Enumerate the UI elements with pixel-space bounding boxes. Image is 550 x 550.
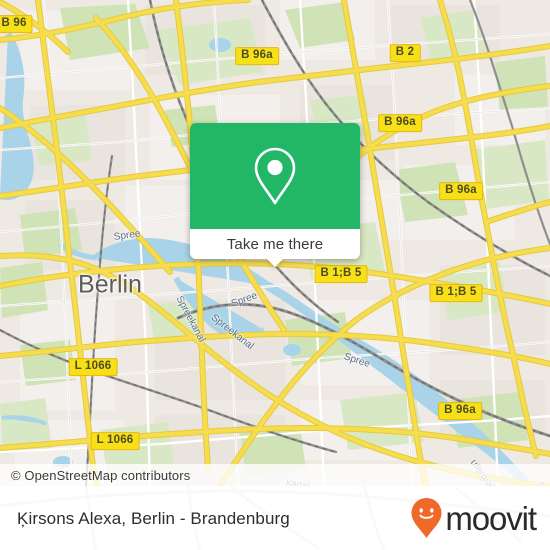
poi-card-action[interactable]: Take me there bbox=[190, 229, 360, 267]
road-shield: B 96a bbox=[438, 402, 482, 420]
screenshot-root: .bg { fill:#efe9e3; } .blk { fill:#f3efe… bbox=[0, 0, 550, 550]
moovit-wordmark: moovit bbox=[445, 499, 537, 537]
map-viewport[interactable]: .bg { fill:#efe9e3; } .blk { fill:#f3efe… bbox=[0, 0, 550, 486]
osm-attribution-text: © OpenStreetMap contributors bbox=[11, 467, 191, 483]
footer-bar: Ķirsons Alexa, Berlin - Brandenburg moov… bbox=[0, 486, 550, 550]
map-pin-icon bbox=[254, 147, 296, 205]
road-shield: B 1;B 5 bbox=[314, 265, 368, 283]
moovit-brand-logo: moovit bbox=[410, 497, 537, 539]
road-shield: L 1066 bbox=[90, 432, 140, 450]
poi-card-pointer bbox=[266, 258, 284, 267]
road-shield: B 96a bbox=[439, 182, 483, 200]
road-shield: B 2 bbox=[389, 44, 421, 62]
map-city-label: Berlin bbox=[78, 270, 142, 299]
road-shield: B 96a bbox=[378, 114, 422, 132]
take-me-there-label: Take me there bbox=[226, 235, 324, 253]
moovit-pin-icon bbox=[411, 498, 442, 538]
poi-popup-card[interactable]: Take me there bbox=[190, 123, 360, 267]
road-shield: B 96 bbox=[0, 15, 33, 33]
road-shield: L 1066 bbox=[68, 358, 118, 376]
map-attribution-bar: © OpenStreetMap contributors bbox=[0, 464, 550, 486]
poi-card-header bbox=[190, 123, 360, 229]
road-shield: B 96a bbox=[235, 47, 279, 65]
road-shield: B 1;B 5 bbox=[429, 284, 483, 302]
page-title: Ķirsons Alexa, Berlin - Brandenburg bbox=[17, 508, 290, 528]
